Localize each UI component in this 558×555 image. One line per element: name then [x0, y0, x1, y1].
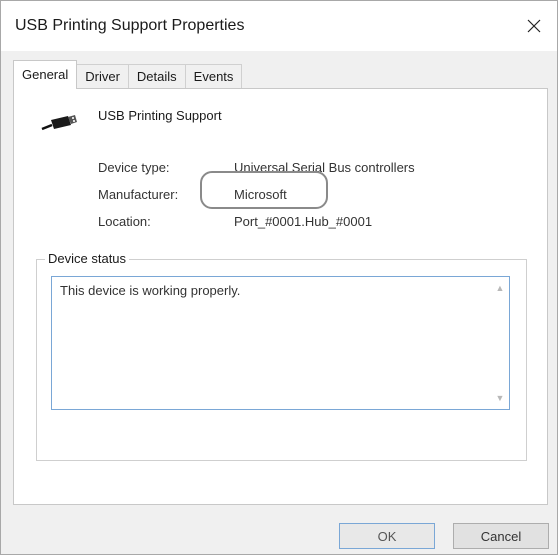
device-name: USB Printing Support — [98, 108, 222, 123]
tab-strip: General Driver Details Events — [13, 60, 243, 89]
tab-driver[interactable]: Driver — [76, 64, 129, 89]
tab-events[interactable]: Events — [184, 64, 243, 89]
usb-plug-icon — [41, 115, 77, 131]
location-value: Port_#0001.Hub_#0001 — [234, 214, 373, 229]
close-button[interactable] — [511, 1, 557, 51]
cancel-button[interactable]: Cancel — [453, 523, 549, 549]
window-title: USB Printing Support Properties — [15, 17, 245, 34]
scroll-down-arrow-icon[interactable]: ▼ — [493, 391, 507, 405]
device-type-label: Device type: — [98, 160, 170, 175]
tab-details[interactable]: Details — [127, 64, 186, 89]
title-bar: USB Printing Support Properties — [1, 1, 557, 51]
device-status-text: This device is working properly. — [60, 283, 241, 298]
ok-button[interactable]: OK — [339, 523, 435, 549]
manufacturer-label: Manufacturer: — [98, 187, 179, 202]
location-label: Location: — [98, 214, 151, 229]
properties-dialog: USB Printing Support Properties General … — [0, 0, 558, 555]
tab-general[interactable]: General — [13, 60, 78, 89]
device-status-textbox[interactable]: This device is working properly. ▲ ▼ — [51, 276, 510, 410]
device-status-group: Device status This device is working pro… — [36, 251, 527, 461]
general-panel: USB Printing Support Device type: Univer… — [13, 88, 548, 505]
close-icon — [527, 19, 541, 33]
device-status-legend: Device status — [45, 251, 130, 266]
manufacturer-highlight-ring — [200, 171, 328, 209]
scroll-up-arrow-icon[interactable]: ▲ — [493, 281, 507, 295]
